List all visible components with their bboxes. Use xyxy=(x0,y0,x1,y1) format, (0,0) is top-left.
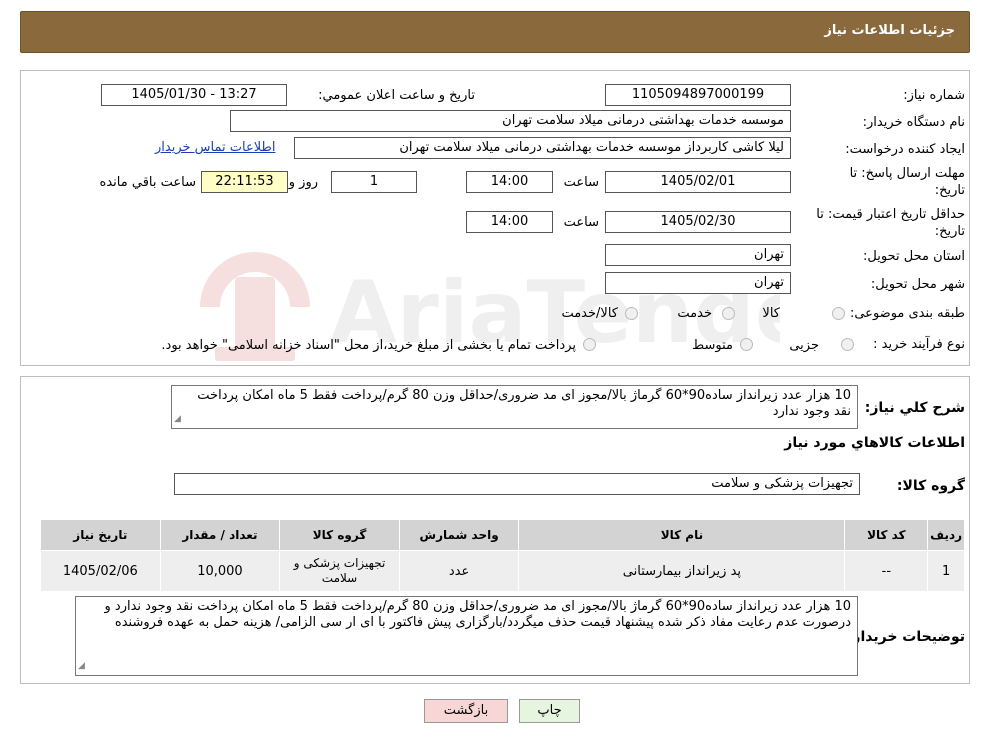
announce-field: 1405/01/30 - 13:27 xyxy=(101,84,287,106)
col-name: نام کالا xyxy=(518,519,846,551)
category-option-service: خدمت xyxy=(677,306,712,321)
page-header: جزئیات اطلاعات نیاز xyxy=(20,11,970,53)
col-row: رديف xyxy=(927,519,965,551)
cell-name: پد زیرانداز بیمارستانی xyxy=(518,550,846,592)
buyer-notes-text: 10 هزار عدد زیرانداز ساده90*60 گرماژ بال… xyxy=(104,599,851,630)
remaining-time-field: 22:11:53 xyxy=(201,171,288,193)
price-validity-label-2: تاریخ: xyxy=(934,224,965,239)
city-field: تهران xyxy=(605,272,791,294)
category-label: طبقه بندی موضوعی: xyxy=(849,306,965,321)
price-validity-label: حداقل تاریخ اعتبار قیمت: تا xyxy=(816,207,965,222)
col-quantity: تعداد / مقدار xyxy=(159,519,281,551)
print-button[interactable]: چاپ xyxy=(519,699,580,723)
reply-time-field: 14:00 xyxy=(466,171,553,193)
resize-grip-icon: ◢ xyxy=(174,414,181,424)
cell-group: تجهیزات پزشکی و سلامت xyxy=(279,550,400,592)
province-label: استان محل تحویل: xyxy=(863,249,965,264)
category-radio-service[interactable] xyxy=(722,307,735,320)
process-label: نوع فرآیند خرید : xyxy=(873,337,965,352)
goods-section-title: اطلاعات کالاهاي مورد نياز xyxy=(784,435,965,451)
back-button[interactable]: بازگشت xyxy=(424,699,508,723)
cell-row: 1 xyxy=(927,550,965,592)
resize-grip-icon: ◢ xyxy=(78,661,85,671)
summary-label: شرح کلي نياز: xyxy=(864,400,965,416)
cell-unit: عدد xyxy=(398,550,520,592)
col-group: گروه کالا xyxy=(279,519,400,551)
table-header-row: رديف کد کالا نام کالا واحد شمارش گروه کا… xyxy=(40,519,965,551)
process-radio-minor[interactable] xyxy=(841,338,854,351)
buyer-notes-textarea[interactable]: 10 هزار عدد زیرانداز ساده90*60 گرماژ بال… xyxy=(75,596,858,676)
need-number-label: شماره نیاز: xyxy=(903,88,965,103)
category-option-goods-service: کالا/خدمت xyxy=(561,306,618,321)
price-time-label: ساعت xyxy=(563,215,599,230)
reply-time-label: ساعت xyxy=(563,175,599,190)
process-radio-medium[interactable] xyxy=(740,338,753,351)
buyer-contact-link[interactable]: اطلاعات تماس خریدار xyxy=(155,140,275,155)
goods-group-label: گروه کالا: xyxy=(896,478,965,494)
summary-textarea[interactable]: 10 هزار عدد زیرانداز ساده90*60 گرماژ بال… xyxy=(171,385,858,429)
col-code: کد کالا xyxy=(844,519,929,551)
buyer-org-field: موسسه خدمات بهداشتی درمانی میلاد سلامت ت… xyxy=(230,110,791,132)
need-number-field: 1105094897000199 xyxy=(605,84,791,106)
announce-label: تاریخ و ساعت اعلان عمومي: xyxy=(318,88,475,103)
process-radio-treasury[interactable] xyxy=(583,338,596,351)
page-title: جزئیات اطلاعات نیاز xyxy=(824,23,955,38)
process-option-minor: جزیی xyxy=(789,338,819,353)
col-date: تاریخ نیاز xyxy=(40,519,161,551)
goods-table: رديف کد کالا نام کالا واحد شمارش گروه کا… xyxy=(40,519,965,592)
remaining-time-label: ساعت باقي مانده xyxy=(99,175,196,190)
summary-text: 10 هزار عدد زیرانداز ساده90*60 گرماژ بال… xyxy=(197,388,851,419)
cell-date: 1405/02/06 xyxy=(40,550,161,592)
buyer-notes-label: توضیحات خریدار: xyxy=(846,629,965,645)
cell-code: -- xyxy=(844,550,929,592)
category-radio-goods[interactable] xyxy=(832,307,845,320)
reply-deadline-label-2: تاریخ: xyxy=(934,183,965,198)
category-radio-goods-service[interactable] xyxy=(625,307,638,320)
cell-quantity: 10,000 xyxy=(159,550,281,592)
process-option-medium: متوسط xyxy=(692,338,733,353)
price-time-field: 14:00 xyxy=(466,211,553,233)
days-label: روز و xyxy=(288,175,318,190)
buyer-org-label: نام دستگاه خريدار: xyxy=(862,115,965,130)
creator-field: لیلا کاشی کاربرداز موسسه خدمات بهداشتی د… xyxy=(294,137,791,159)
process-note: پرداخت تمام یا بخشی از مبلغ خرید،از محل … xyxy=(161,338,576,353)
province-field: تهران xyxy=(605,244,791,266)
creator-label: ایجاد کننده درخواست: xyxy=(845,142,965,157)
col-unit: واحد شمارش xyxy=(398,519,520,551)
reply-date-field: 1405/02/01 xyxy=(605,171,791,193)
price-date-field: 1405/02/30 xyxy=(605,211,791,233)
category-option-goods: کالا xyxy=(762,306,780,321)
table-row: 1 -- پد زیرانداز بیمارستانی عدد تجهیزات … xyxy=(40,550,965,592)
city-label: شهر محل تحویل: xyxy=(870,277,965,292)
goods-group-field: تجهیزات پزشکی و سلامت xyxy=(174,473,860,495)
reply-deadline-label: مهلت ارسال پاسخ: تا xyxy=(849,166,965,181)
days-field: 1 xyxy=(331,171,417,193)
